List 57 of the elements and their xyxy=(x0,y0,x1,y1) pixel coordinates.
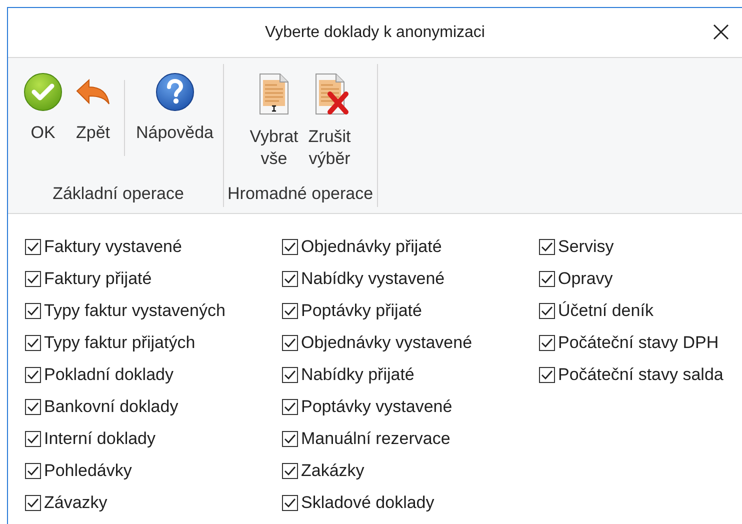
checkbox[interactable] xyxy=(282,238,298,254)
checkbox-label[interactable]: Pohledávky xyxy=(44,460,132,480)
checkbox[interactable] xyxy=(25,270,41,286)
checkbox-label[interactable]: Objednávky přijaté xyxy=(301,236,442,256)
checkbox[interactable] xyxy=(539,366,555,382)
checkbox[interactable] xyxy=(25,430,41,446)
checkbox-label[interactable]: Počáteční stavy DPH xyxy=(558,332,719,352)
checkbox-label[interactable]: Účetní deník xyxy=(558,300,654,320)
checkbox[interactable] xyxy=(282,494,298,510)
checkbox-label[interactable]: Počáteční stavy salda xyxy=(558,364,724,384)
checkbox-label[interactable]: Interní doklady xyxy=(44,428,156,448)
checkbox[interactable] xyxy=(282,366,298,382)
toolbar-button[interactable]: Zpět xyxy=(68,64,118,144)
checkbox[interactable] xyxy=(282,334,298,350)
checkbox[interactable] xyxy=(539,270,555,286)
checkbox[interactable] xyxy=(282,398,298,414)
window-title: Vyberte doklady k anonymizaci xyxy=(265,24,485,42)
toolbar-button[interactable]: Nápověda xyxy=(131,64,219,144)
checkbox-label[interactable]: Nabídky přijaté xyxy=(301,364,414,384)
checkbox[interactable] xyxy=(25,366,41,382)
checkbox[interactable] xyxy=(282,270,298,286)
checkbox-label[interactable]: Zakázky xyxy=(301,460,364,480)
checkbox-label[interactable]: Typy faktur vystavených xyxy=(44,300,226,320)
checkbox-label[interactable]: Závazky xyxy=(44,492,108,512)
checkbox[interactable] xyxy=(539,302,555,318)
checkbox-label[interactable]: Objednávky vystavené xyxy=(301,332,472,352)
group-label: Hromadné operace xyxy=(228,184,374,205)
checkbox-label[interactable]: Skladové doklady xyxy=(301,492,434,512)
checkbox-label[interactable]: Nabídky vystavené xyxy=(301,268,445,288)
checkbox-label[interactable]: Manuální rezervace xyxy=(301,428,450,448)
checkbox[interactable] xyxy=(282,302,298,318)
checkbox[interactable] xyxy=(539,334,555,350)
checkbox[interactable] xyxy=(25,334,41,350)
checkbox-label[interactable]: Poptávky přijaté xyxy=(301,300,422,320)
checkbox-label[interactable]: Poptávky vystavené xyxy=(301,396,452,416)
checkbox-label[interactable]: Servisy xyxy=(558,236,614,256)
checkbox-label[interactable]: Pokladní doklady xyxy=(44,364,174,384)
checkbox[interactable] xyxy=(25,238,41,254)
group-label: Základní operace xyxy=(52,184,184,205)
checkbox[interactable] xyxy=(25,302,41,318)
checkbox[interactable] xyxy=(25,398,41,414)
checkbox[interactable] xyxy=(25,494,41,510)
checkbox[interactable] xyxy=(282,462,298,478)
checkbox[interactable] xyxy=(282,430,298,446)
help-icon xyxy=(154,72,195,112)
checkbox[interactable] xyxy=(25,462,41,478)
checkbox-label[interactable]: Bankovní doklady xyxy=(44,396,178,416)
checkbox[interactable] xyxy=(539,238,555,254)
checkbox-label[interactable]: Typy faktur přijatých xyxy=(44,332,196,352)
checkbox-label[interactable]: Opravy xyxy=(558,268,613,288)
checkbox-label[interactable]: Faktury přijaté xyxy=(44,268,152,288)
checkmark-icon xyxy=(23,72,63,112)
toolbar-button[interactable]: OK xyxy=(18,64,68,144)
checkbox-label[interactable]: Faktury vystavené xyxy=(44,236,182,256)
toolbar-button[interactable]: Vybrat vše xyxy=(244,64,304,170)
toolbar-button[interactable]: Zrušit výběr xyxy=(303,64,356,170)
close-icon[interactable] xyxy=(713,24,729,40)
